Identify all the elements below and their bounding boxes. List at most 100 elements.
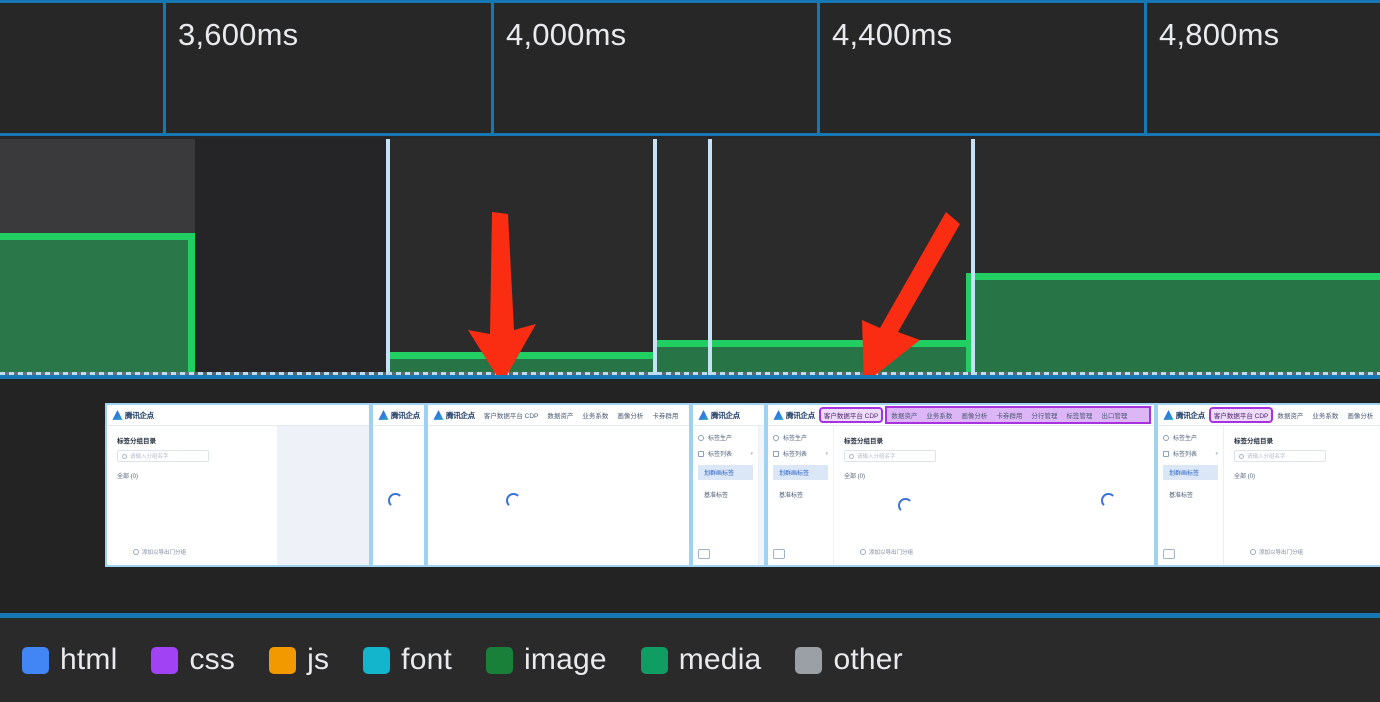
product-switcher-highlighted[interactable]: 客户数据平台 CDP [818,407,884,423]
timeline-ruler[interactable]: 3,600ms 4,000ms 4,400ms 4,800ms [0,0,1380,136]
legend-label: js [307,643,330,676]
group-search-input[interactable]: 请输入分组名字 [1234,450,1326,462]
brand-logo: 腾讯企点 [378,409,420,421]
sidebar-item-label-list[interactable]: 标签列表 ▾ [698,449,753,458]
filmstrip-frame-2[interactable]: 腾讯企点 [371,403,426,567]
mini-header: 腾讯企点 客户数据平台 CDP 数据资产 业务系数 画像分析 卡券群用 [428,405,689,426]
main-nav[interactable]: 数据资产 业务系数 画像分析 卡券群用 分 [1277,410,1380,420]
overview-divider[interactable] [708,139,712,375]
legend-item-image[interactable]: image [486,643,607,677]
nav-item[interactable]: 卡券群用 [652,410,678,420]
collapse-sidebar-button[interactable] [773,549,785,559]
tencent-qidian-logo-icon [773,409,784,420]
main-nav[interactable]: 数据资产 业务系数 画像分析 卡券群用 [547,410,684,420]
sidebar-subitem-active[interactable]: 划群画标签 [1163,465,1218,480]
overview-divider[interactable] [653,139,657,375]
nav-item[interactable]: 标签管理 [1066,410,1092,420]
sidebar-item-label: 标签列表 [1173,452,1198,458]
legend-label: other [833,643,903,676]
filmstrip-frame-6[interactable]: 腾讯企点 客户数据平台 CDP 数据资产 业务系数 画像分析 卡券群用 分 [1156,403,1380,567]
panel-empty-area [277,426,369,565]
nav-item[interactable]: 数据资产 [1277,410,1303,420]
nav-item[interactable]: 业务系数 [582,410,608,420]
nav-item[interactable]: 分行管理 [1031,410,1057,420]
brand-label: 腾讯企点 [125,410,154,420]
sidebar-item-label-production[interactable]: 标签生产 [1163,433,1218,442]
sidebar-item-label-production[interactable]: 标签生产 [773,433,828,442]
loading-spinner-icon [1100,492,1116,508]
sidebar[interactable]: 标签生产 标签列表 ▾ 划群画标签 基准标签 [1158,426,1224,565]
ruler-tick-label: 4,800ms [1159,17,1280,52]
collapse-sidebar-button[interactable] [698,549,710,559]
network-band-segment [653,340,966,372]
sidebar-subitem-active[interactable]: 划群画标签 [698,465,753,480]
product-switcher-highlighted[interactable]: 客户数据平台 CDP [1208,407,1274,423]
nav-item[interactable]: 数据资产 [547,410,573,420]
main-nav-highlighted[interactable]: 数据资产 业务系数 画像分析 卡券群用 分行管理 标签管理 出口管理 [885,406,1151,424]
sidebar-subitem[interactable]: 基准标签 [698,487,753,502]
overview-divider[interactable] [386,139,390,375]
nav-item[interactable]: 画像分析 [617,410,643,420]
sidebar-item-label-production[interactable]: 标签生产 [698,433,753,442]
filmstrip-frame-5[interactable]: 腾讯企点 客户数据平台 CDP 数据资产 业务系数 画像分析 卡券群用 分行管理… [766,403,1156,567]
refresh-icon [698,434,704,441]
legend-label: font [401,643,453,676]
mini-header: 腾讯企点 客户数据平台 CDP 数据资产 业务系数 画像分析 卡券群用 分 [1158,405,1380,426]
nav-item[interactable]: 画像分析 [1347,410,1373,420]
legend-item-js[interactable]: js [269,643,329,677]
nav-item[interactable]: 卡券群用 [996,410,1022,420]
sidebar[interactable]: 标签生产 标签列表 ▾ 划群画标签 基准标签 [768,426,834,565]
add-group-button[interactable]: 添加以导出门分组 [133,548,186,556]
nav-item[interactable]: 数据资产 [891,410,917,420]
add-group-button[interactable]: 添加以导出门分组 [860,548,913,556]
filmstrip-frame-3[interactable]: 腾讯企点 客户数据平台 CDP 数据资产 业务系数 画像分析 卡券群用 [426,403,691,567]
ruler-tick-1: 3,600ms [163,3,491,133]
ruler-tick-2: 4,000ms [491,3,817,133]
group-count-label: 全部 (0) [844,474,866,480]
sidebar-subitem[interactable]: 基准标签 [1163,487,1218,502]
group-search-input[interactable]: 请输入分组名字 [844,450,936,462]
sidebar-item-label-list[interactable]: 标签列表 ▾ [773,449,828,458]
mini-header: 腾讯企点 [107,405,369,426]
loading-spinner-icon [898,498,913,514]
sidebar-item-label-list[interactable]: 标签列表 ▾ [1163,449,1218,458]
nav-item[interactable]: 出口管理 [1101,410,1127,420]
network-activity-overview[interactable] [0,139,1380,375]
legend-item-css[interactable]: css [151,643,235,677]
group-search-input[interactable]: 请输入分组名字 [117,450,209,462]
sidebar-subitem-active[interactable]: 划群画标签 [773,465,828,480]
legend-swatch-js-icon [269,646,297,674]
nav-item[interactable]: 业务系数 [1312,410,1338,420]
legend-label: css [189,643,236,676]
overview-dim-region [195,139,386,375]
mini-header: 腾讯企点 [693,405,764,426]
filmstrip-frame-1[interactable]: 腾讯企点 标签分组目录 请输入分组名字 全部 (0) 添加以导出门分组 [105,403,371,567]
filmstrip[interactable]: 腾讯企点 标签分组目录 请输入分组名字 全部 (0) 添加以导出门分组 腾讯企点… [105,403,1380,567]
brand-label: 腾讯企点 [1176,410,1205,420]
add-group-label: 添加以导出门分组 [869,550,914,556]
legend-swatch-html-icon [22,646,49,674]
legend-item-other[interactable]: other [795,643,903,677]
filmstrip-frame-4[interactable]: 腾讯企点 标签生产 标签列表 ▾ 划群画标签 基准标签 [691,403,766,567]
legend-item-media[interactable]: media [640,643,762,677]
add-group-label: 添加以导出门分组 [142,550,187,556]
nav-item[interactable]: 画像分析 [961,410,987,420]
legend-item-html[interactable]: html [22,643,117,677]
legend-label: html [60,643,118,676]
overview-divider[interactable] [971,139,975,375]
add-group-button[interactable]: 添加以导出门分组 [1250,548,1303,556]
refresh-icon [773,434,779,441]
sidebar-subitem[interactable]: 基准标签 [773,487,828,502]
ruler-tick-label: 4,000ms [506,17,627,52]
panel-title: 标签分组目录 [117,438,156,445]
legend-label: media [678,643,762,676]
nav-item[interactable]: 业务系数 [926,410,952,420]
collapse-sidebar-button[interactable] [1163,549,1175,559]
legend-item-font[interactable]: font [363,643,452,677]
brand-logo: 腾讯企点 [773,409,815,421]
tencent-qidian-logo-icon [698,409,709,420]
sidebar[interactable]: 标签生产 标签列表 ▾ 划群画标签 基准标签 [693,426,759,565]
product-switcher[interactable]: 客户数据平台 CDP [481,409,542,421]
brand-logo: 腾讯企点 [698,409,740,421]
search-placeholder: 请输入分组名字 [857,454,896,460]
